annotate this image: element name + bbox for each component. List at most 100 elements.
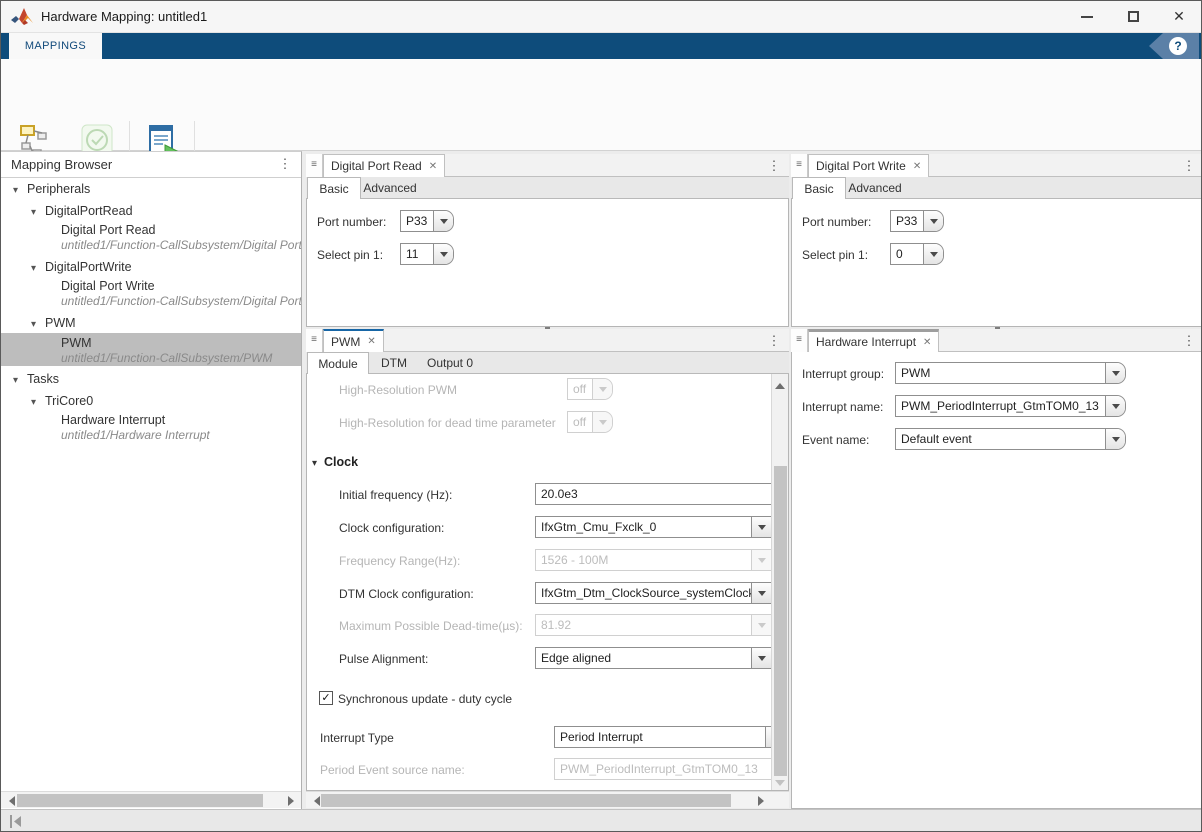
dropdown-arrow-icon[interactable] <box>1105 363 1125 383</box>
select-pin-dropdown[interactable]: 11 <box>400 243 454 265</box>
minimize-button[interactable] <box>1072 1 1102 32</box>
tree-item-tasks[interactable]: ▾Tasks <box>1 372 301 386</box>
chevron-down-icon[interactable]: ▾ <box>31 397 45 408</box>
tab-mappings[interactable]: MAPPINGS <box>9 33 102 59</box>
tree-item-hardware-interrupt[interactable]: Hardware Interrupt untitled1/Hardware In… <box>1 413 301 444</box>
kebab-menu-icon[interactable]: ⋮ <box>766 329 782 352</box>
tree-item-digital-port-read[interactable]: Digital Port Read untitled1/Function-Cal… <box>1 223 301 254</box>
chevron-down-icon[interactable]: ▾ <box>13 185 27 196</box>
scroll-down-icon[interactable] <box>775 780 785 791</box>
clock-section-header[interactable]: Clock <box>324 455 358 469</box>
tab-advanced[interactable]: Advanced <box>362 177 418 199</box>
hires-deadtime-label: High-Resolution for dead time parameter <box>339 416 556 430</box>
tab-close-icon[interactable]: ✕ <box>913 161 921 172</box>
tab-digital-port-read[interactable]: Digital Port Read ✕ <box>323 154 445 177</box>
event-name-dropdown[interactable]: Default event <box>895 428 1126 450</box>
interrupt-name-label: Interrupt name: <box>802 400 883 414</box>
pwm-vscrollbar[interactable] <box>771 374 788 791</box>
dropdown-arrow-icon[interactable] <box>751 583 771 603</box>
clock-configuration-label: Clock configuration: <box>339 521 444 535</box>
scroll-left-icon[interactable] <box>4 796 15 806</box>
tab-close-icon[interactable]: ✕ <box>923 337 931 348</box>
kebab-menu-icon[interactable]: ⋮ <box>1181 154 1197 177</box>
tree-item-digitalportwrite[interactable]: ▾DigitalPortWrite <box>1 260 301 274</box>
dropdown-arrow-icon[interactable] <box>433 211 453 231</box>
kebab-menu-icon[interactable]: ⋮ <box>1181 329 1197 352</box>
tab-output0[interactable]: Output 0 <box>419 352 481 374</box>
window-title: Hardware Mapping: untitled1 <box>41 1 207 33</box>
select-pin-value: 0 <box>891 244 923 264</box>
collapse-panel-icon[interactable] <box>9 815 23 828</box>
tab-basic[interactable]: Basic <box>792 177 846 200</box>
port-number-value: P33 <box>891 211 923 231</box>
document-bar-icon[interactable]: ≡ <box>791 329 808 352</box>
tree-item-pwm-group[interactable]: ▾PWM <box>1 316 301 330</box>
hires-pwm-dropdown: off <box>567 378 613 400</box>
interrupt-name-dropdown[interactable]: PWM_PeriodInterrupt_GtmTOM0_13 <box>895 395 1126 417</box>
tree-item-digital-port-write[interactable]: Digital Port Write untitled1/Function-Ca… <box>1 279 301 310</box>
chevron-down-icon[interactable]: ▾ <box>31 263 45 274</box>
initial-frequency-input[interactable]: 20.0e3 <box>535 483 772 505</box>
select-pin-dropdown[interactable]: 0 <box>890 243 944 265</box>
scroll-thumb[interactable] <box>774 466 787 776</box>
scroll-thumb[interactable] <box>321 794 731 807</box>
hires-deadtime-dropdown: off <box>567 411 613 433</box>
tab-basic[interactable]: Basic <box>307 177 361 200</box>
maximize-button[interactable] <box>1118 1 1148 32</box>
help-icon[interactable]: ? <box>1169 37 1187 55</box>
chevron-down-icon[interactable]: ▾ <box>31 207 45 218</box>
document-bar-icon[interactable]: ≡ <box>306 154 323 177</box>
tab-hardware-interrupt[interactable]: Hardware Interrupt ✕ <box>808 329 939 352</box>
tab-close-icon[interactable]: ✕ <box>429 161 437 172</box>
digital-port-read-tabbar: ≡ Digital Port Read ✕ ⋮ <box>306 154 789 177</box>
dropdown-arrow-icon[interactable] <box>923 211 943 231</box>
close-button[interactable]: ✕ <box>1164 1 1194 32</box>
dropdown-arrow-icon <box>592 412 612 432</box>
pwm-hscrollbar[interactable] <box>306 791 789 808</box>
ribbon-body: Highlight Block Apply Changes Generate R… <box>1 59 1201 151</box>
dropdown-arrow-icon[interactable] <box>751 648 771 668</box>
port-number-dropdown[interactable]: P33 <box>890 210 944 232</box>
tree-item-tricore0[interactable]: ▾TriCore0 <box>1 394 301 408</box>
document-bar-icon[interactable]: ≡ <box>306 329 323 352</box>
scroll-left-icon[interactable] <box>309 796 320 806</box>
tab-module[interactable]: Module <box>307 352 369 375</box>
tab-pwm[interactable]: PWM ✕ <box>323 329 384 352</box>
tree-item-peripherals[interactable]: ▾Peripherals <box>1 182 301 196</box>
kebab-menu-icon[interactable]: ⋮ <box>766 154 782 177</box>
tab-close-icon[interactable]: ✕ <box>367 336 375 347</box>
tab-dtm[interactable]: DTM <box>370 352 418 374</box>
tab-advanced[interactable]: Advanced <box>847 177 903 199</box>
scroll-right-icon[interactable] <box>758 796 769 806</box>
pulse-alignment-dropdown[interactable]: Edge aligned <box>535 647 772 669</box>
tree-item-digitalportread[interactable]: ▾DigitalPortRead <box>1 204 301 218</box>
chevron-down-icon[interactable]: ▾ <box>13 375 27 386</box>
digital-port-read-content: Port number: P33 Select pin 1: 11 <box>306 199 789 327</box>
mapping-browser-header: Mapping Browser ⋮ <box>1 152 301 178</box>
max-deadtime-dropdown: 81.92 <box>535 614 772 636</box>
mapping-browser-panel: Mapping Browser ⋮ ▾Peripherals ▾DigitalP… <box>1 151 302 809</box>
tree-item-pwm-selected[interactable]: PWM untitled1/Function-CallSubsystem/PWM <box>1 333 301 366</box>
dropdown-arrow-icon[interactable] <box>433 244 453 264</box>
document-bar-icon[interactable]: ≡ <box>791 154 808 177</box>
scroll-up-icon[interactable] <box>775 378 785 389</box>
dropdown-arrow-icon[interactable] <box>1105 396 1125 416</box>
dropdown-arrow-icon[interactable] <box>923 244 943 264</box>
sync-update-checkbox[interactable]: ✓ <box>319 691 333 705</box>
port-number-dropdown[interactable]: P33 <box>400 210 454 232</box>
chevron-down-icon[interactable]: ▾ <box>312 458 317 469</box>
scroll-thumb[interactable] <box>17 794 263 807</box>
scroll-right-icon[interactable] <box>288 796 299 806</box>
kebab-menu-icon[interactable]: ⋮ <box>277 152 293 175</box>
pulse-alignment-label: Pulse Alignment: <box>339 652 428 666</box>
dropdown-arrow-icon[interactable] <box>1105 429 1125 449</box>
clock-configuration-dropdown[interactable]: IfxGtm_Cmu_Fxclk_0 <box>535 516 772 538</box>
tab-digital-port-write[interactable]: Digital Port Write ✕ <box>808 154 929 177</box>
chevron-down-icon[interactable]: ▾ <box>31 319 45 330</box>
interrupt-group-dropdown[interactable]: PWM <box>895 362 1126 384</box>
interrupt-type-dropdown[interactable]: Period Interrupt <box>554 726 772 748</box>
digital-port-write-content: Port number: P33 Select pin 1: 0 <box>791 199 1202 327</box>
dropdown-arrow-icon[interactable] <box>751 517 771 537</box>
mapping-browser-hscrollbar[interactable] <box>1 791 301 808</box>
dtm-clock-configuration-dropdown[interactable]: IfxGtm_Dtm_ClockSource_systemClock <box>535 582 772 604</box>
